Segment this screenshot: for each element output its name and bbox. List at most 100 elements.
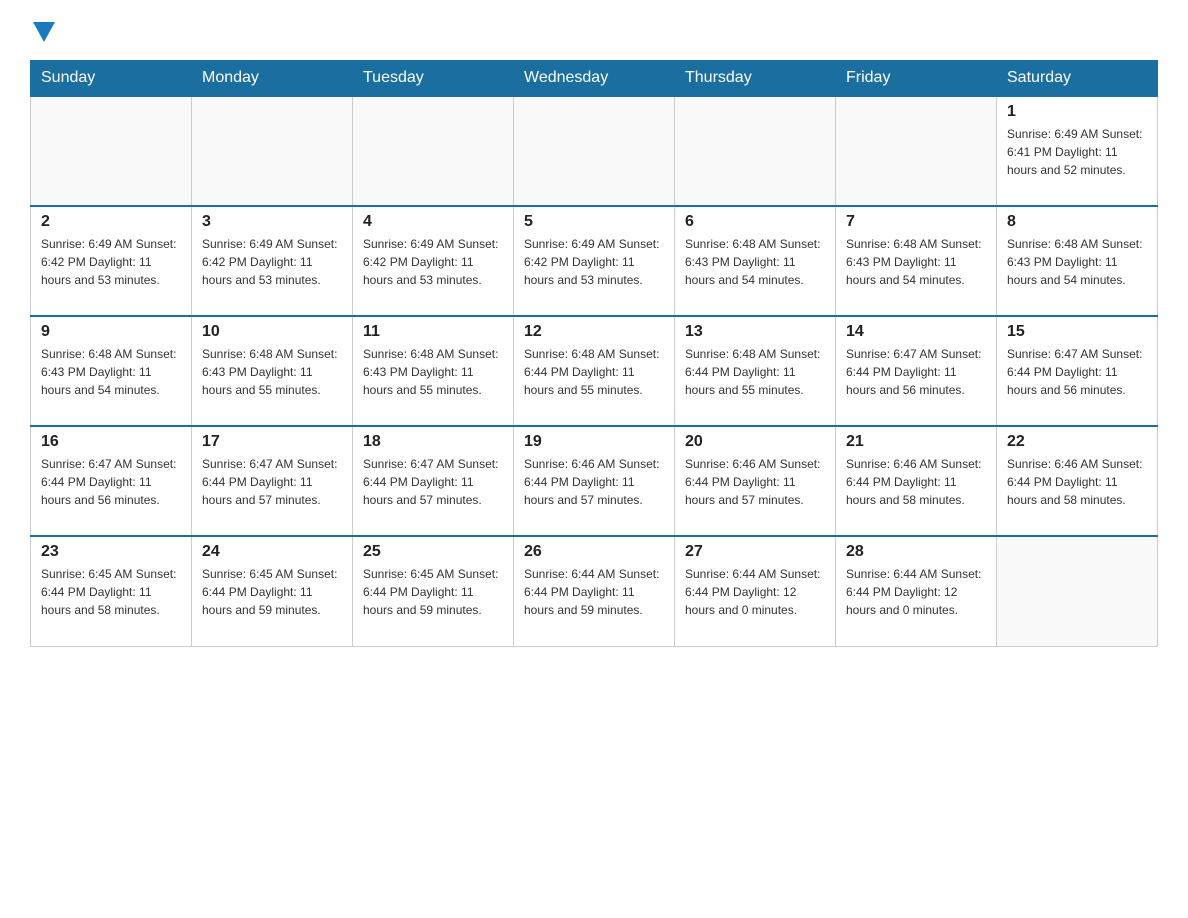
day-of-week-header: Wednesday [514,61,675,97]
week-row: 23Sunrise: 6:45 AM Sunset: 6:44 PM Dayli… [31,536,1158,646]
day-info: Sunrise: 6:44 AM Sunset: 6:44 PM Dayligh… [524,565,664,619]
day-number: 27 [685,543,825,561]
day-number: 17 [202,433,342,451]
calendar-cell [675,96,836,206]
week-row: 16 Sunrise: 6:47 AM Sunset: 6:44 PM Dayli… [31,426,1158,536]
calendar-cell: 9 Sunrise: 6:48 AM Sunset: 6:43 PM Daylig… [31,316,192,426]
logo [30,20,55,40]
day-number: 8 [1007,213,1147,231]
day-info: Sunrise: 6:44 AM Sunset: 6:44 PM Dayligh… [846,565,986,619]
day-of-week-header: Monday [192,61,353,97]
day-number: 25 [363,543,503,561]
calendar-cell: 14 Sunrise: 6:47 AM Sunset: 6:44 PM Dayli… [836,316,997,426]
calendar-cell [192,96,353,206]
day-info: Sunrise: 6:47 AM Sunset: 6:44 PM Dayligh… [41,455,181,509]
calendar-cell: 10 Sunrise: 6:48 AM Sunset: 6:43 PM Dayli… [192,316,353,426]
day-number: 3 [202,213,342,231]
day-of-week-header: Tuesday [353,61,514,97]
day-info: Sunrise: 6:45 AM Sunset: 6:44 PM Dayligh… [202,565,342,619]
day-number: 18 [363,433,503,451]
logo-triangle-icon [33,22,55,42]
day-info: Sunrise: 6:45 AM Sunset: 6:44 PM Dayligh… [363,565,503,619]
calendar-cell: 26 Sunrise: 6:44 AM Sunset: 6:44 PM Dayli… [514,536,675,646]
page-header [30,20,1158,40]
calendar-table: SundayMondayTuesdayWednesdayThursdayFrid… [30,60,1158,647]
day-info: Sunrise: 6:46 AM Sunset: 6:44 PM Dayligh… [524,455,664,509]
day-info: Sunrise: 6:49 AM Sunset: 6:42 PM Dayligh… [363,235,503,289]
calendar-cell: 8 Sunrise: 6:48 AM Sunset: 6:43 PM Daylig… [997,206,1158,316]
day-info: Sunrise: 6:48 AM Sunset: 6:43 PM Dayligh… [1007,235,1147,289]
day-of-week-header: Friday [836,61,997,97]
week-row: 2 Sunrise: 6:49 AM Sunset: 6:42 PM Daylig… [31,206,1158,316]
calendar-cell: 23Sunrise: 6:45 AM Sunset: 6:44 PM Dayli… [31,536,192,646]
calendar-cell: 4 Sunrise: 6:49 AM Sunset: 6:42 PM Daylig… [353,206,514,316]
day-info: Sunrise: 6:46 AM Sunset: 6:44 PM Dayligh… [846,455,986,509]
day-number: 11 [363,323,503,341]
calendar-cell: 7 Sunrise: 6:48 AM Sunset: 6:43 PM Daylig… [836,206,997,316]
day-info: Sunrise: 6:49 AM Sunset: 6:42 PM Dayligh… [524,235,664,289]
day-number: 2 [41,213,181,231]
calendar-cell: 12 Sunrise: 6:48 AM Sunset: 6:44 PM Dayli… [514,316,675,426]
week-row: 9 Sunrise: 6:48 AM Sunset: 6:43 PM Daylig… [31,316,1158,426]
calendar-header-row: SundayMondayTuesdayWednesdayThursdayFrid… [31,61,1158,97]
calendar-cell: 16 Sunrise: 6:47 AM Sunset: 6:44 PM Dayli… [31,426,192,536]
calendar-cell: 20 Sunrise: 6:46 AM Sunset: 6:44 PM Dayli… [675,426,836,536]
day-info: Sunrise: 6:46 AM Sunset: 6:44 PM Dayligh… [1007,455,1147,509]
day-number: 21 [846,433,986,451]
calendar-cell: 13 Sunrise: 6:48 AM Sunset: 6:44 PM Dayli… [675,316,836,426]
calendar-cell: 18 Sunrise: 6:47 AM Sunset: 6:44 PM Dayli… [353,426,514,536]
day-info: Sunrise: 6:48 AM Sunset: 6:44 PM Dayligh… [685,345,825,399]
day-info: Sunrise: 6:48 AM Sunset: 6:43 PM Dayligh… [202,345,342,399]
calendar-cell: 24Sunrise: 6:45 AM Sunset: 6:44 PM Dayli… [192,536,353,646]
day-info: Sunrise: 6:47 AM Sunset: 6:44 PM Dayligh… [846,345,986,399]
day-info: Sunrise: 6:48 AM Sunset: 6:43 PM Dayligh… [41,345,181,399]
day-number: 12 [524,323,664,341]
day-info: Sunrise: 6:48 AM Sunset: 6:44 PM Dayligh… [524,345,664,399]
day-info: Sunrise: 6:45 AM Sunset: 6:44 PM Dayligh… [41,565,181,619]
day-of-week-header: Thursday [675,61,836,97]
calendar-cell: 19 Sunrise: 6:46 AM Sunset: 6:44 PM Dayli… [514,426,675,536]
day-number: 10 [202,323,342,341]
calendar-cell: 1 Sunrise: 6:49 AM Sunset: 6:41 PM Daylig… [997,96,1158,206]
day-info: Sunrise: 6:48 AM Sunset: 6:43 PM Dayligh… [846,235,986,289]
day-info: Sunrise: 6:46 AM Sunset: 6:44 PM Dayligh… [685,455,825,509]
day-number: 15 [1007,323,1147,341]
day-of-week-header: Sunday [31,61,192,97]
calendar-cell [353,96,514,206]
calendar-cell: 17 Sunrise: 6:47 AM Sunset: 6:44 PM Dayli… [192,426,353,536]
day-number: 22 [1007,433,1147,451]
calendar-cell: 2Sunrise: 6:49 AM Sunset: 6:42 PM Daylig… [31,206,192,316]
day-info: Sunrise: 6:48 AM Sunset: 6:43 PM Dayligh… [363,345,503,399]
day-number: 13 [685,323,825,341]
day-number: 7 [846,213,986,231]
calendar-cell: 28 Sunrise: 6:44 AM Sunset: 6:44 PM Dayli… [836,536,997,646]
calendar-cell: 15Sunrise: 6:47 AM Sunset: 6:44 PM Dayli… [997,316,1158,426]
week-row: 1 Sunrise: 6:49 AM Sunset: 6:41 PM Daylig… [31,96,1158,206]
calendar-cell: 3 Sunrise: 6:49 AM Sunset: 6:42 PM Daylig… [192,206,353,316]
day-number: 5 [524,213,664,231]
day-number: 4 [363,213,503,231]
calendar-cell: 21 Sunrise: 6:46 AM Sunset: 6:44 PM Dayli… [836,426,997,536]
day-number: 9 [41,323,181,341]
calendar-cell: 22 Sunrise: 6:46 AM Sunset: 6:44 PM Dayli… [997,426,1158,536]
day-info: Sunrise: 6:49 AM Sunset: 6:42 PM Dayligh… [202,235,342,289]
calendar-cell [31,96,192,206]
calendar-cell [997,536,1158,646]
day-number: 16 [41,433,181,451]
day-number: 20 [685,433,825,451]
day-number: 14 [846,323,986,341]
day-info: Sunrise: 6:47 AM Sunset: 6:44 PM Dayligh… [202,455,342,509]
day-number: 1 [1007,103,1147,121]
day-of-week-header: Saturday [997,61,1158,97]
calendar-cell: 5 Sunrise: 6:49 AM Sunset: 6:42 PM Daylig… [514,206,675,316]
calendar-cell: 11 Sunrise: 6:48 AM Sunset: 6:43 PM Dayli… [353,316,514,426]
day-number: 19 [524,433,664,451]
calendar-cell: 25 Sunrise: 6:45 AM Sunset: 6:44 PM Dayli… [353,536,514,646]
day-info: Sunrise: 6:44 AM Sunset: 6:44 PM Dayligh… [685,565,825,619]
day-number: 6 [685,213,825,231]
calendar-cell: 6Sunrise: 6:48 AM Sunset: 6:43 PM Daylig… [675,206,836,316]
day-info: Sunrise: 6:49 AM Sunset: 6:41 PM Dayligh… [1007,125,1147,179]
day-info: Sunrise: 6:47 AM Sunset: 6:44 PM Dayligh… [363,455,503,509]
day-number: 26 [524,543,664,561]
day-number: 28 [846,543,986,561]
